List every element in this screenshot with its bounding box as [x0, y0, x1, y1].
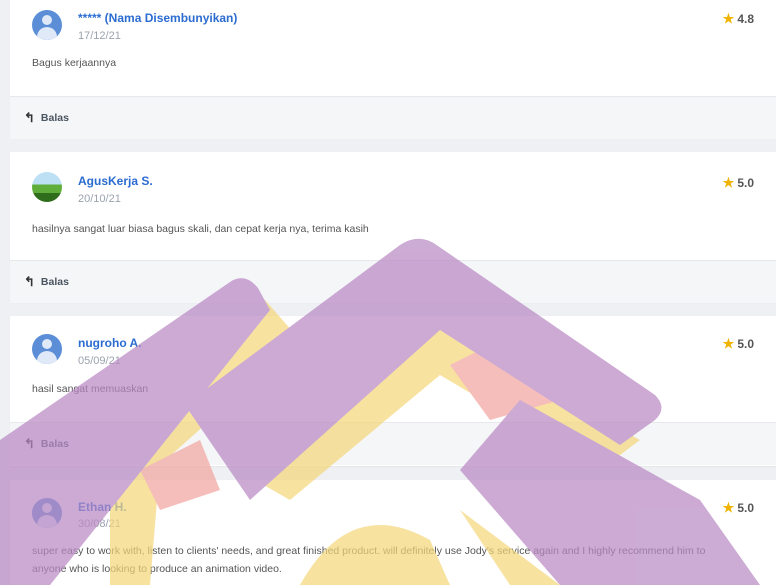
review-date: 20/10/21 [78, 193, 121, 205]
reply-icon: ↰ [24, 274, 35, 289]
reply-label: Balas [40, 112, 69, 124]
review-date: 17/12/21 [78, 30, 121, 42]
review-comment: hasil sangat memuaskan [32, 383, 149, 395]
reviewer-name[interactable]: Ethan H. [78, 500, 127, 514]
reply-icon: ↰ [24, 436, 35, 451]
rating-badge: ★ 5.0 [723, 500, 754, 516]
rating-badge: ★ 5.0 [723, 175, 754, 191]
review-card: ***** (Nama Disembunyikan) 17/12/21 ★ 4.8… [10, 0, 776, 139]
rating-value: 5.0 [737, 176, 754, 190]
rating-badge: ★ 5.0 [723, 336, 754, 352]
user-photo-avatar [32, 172, 62, 202]
reply-label: Balas [40, 276, 69, 288]
reply-icon: ↰ [24, 110, 35, 125]
rating-value: 5.0 [737, 337, 754, 351]
reply-button[interactable]: ↰ Balas [24, 110, 69, 126]
reviewer-name[interactable]: nugroho A. [78, 336, 142, 350]
reply-bar: ↰ Balas [10, 260, 776, 303]
review-card: Ethan H. 30/08/21 ★ 5.0 super easy to wor… [10, 480, 776, 585]
review-comment: super easy to work with, listen to clien… [32, 545, 706, 575]
review-card: nugroho A. 05/09/21 ★ 5.0 hasil sangat me… [10, 316, 776, 466]
rating-badge: ★ 4.8 [723, 11, 754, 27]
star-icon: ★ [722, 11, 735, 26]
star-icon: ★ [722, 500, 735, 515]
review-comment: Bagus kerjaannya [32, 57, 117, 69]
user-avatar-icon [32, 10, 62, 40]
rating-value: 4.8 [737, 12, 754, 26]
star-icon: ★ [722, 175, 735, 190]
star-icon: ★ [722, 336, 735, 351]
reply-button[interactable]: ↰ Balas [24, 436, 69, 452]
user-avatar-icon [32, 498, 62, 528]
reviewer-name[interactable]: ***** (Nama Disembunyikan) [78, 11, 237, 25]
reply-label: Balas [40, 438, 69, 450]
review-card: AgusKerja S. 20/10/21 ★ 5.0 hasilnya sang… [10, 152, 776, 303]
user-avatar-icon [32, 334, 62, 364]
reviews-list: ***** (Nama Disembunyikan) 17/12/21 ★ 4.8… [0, 0, 776, 585]
rating-value: 5.0 [737, 501, 754, 515]
review-date: 05/09/21 [78, 355, 121, 367]
reply-bar: ↰ Balas [10, 422, 776, 465]
reply-bar: ↰ Balas [10, 96, 776, 139]
reply-button[interactable]: ↰ Balas [24, 274, 69, 290]
review-comment: hasilnya sangat luar biasa bagus skali, … [32, 223, 369, 235]
reviewer-name[interactable]: AgusKerja S. [78, 174, 153, 188]
review-date: 30/08/21 [78, 518, 121, 530]
